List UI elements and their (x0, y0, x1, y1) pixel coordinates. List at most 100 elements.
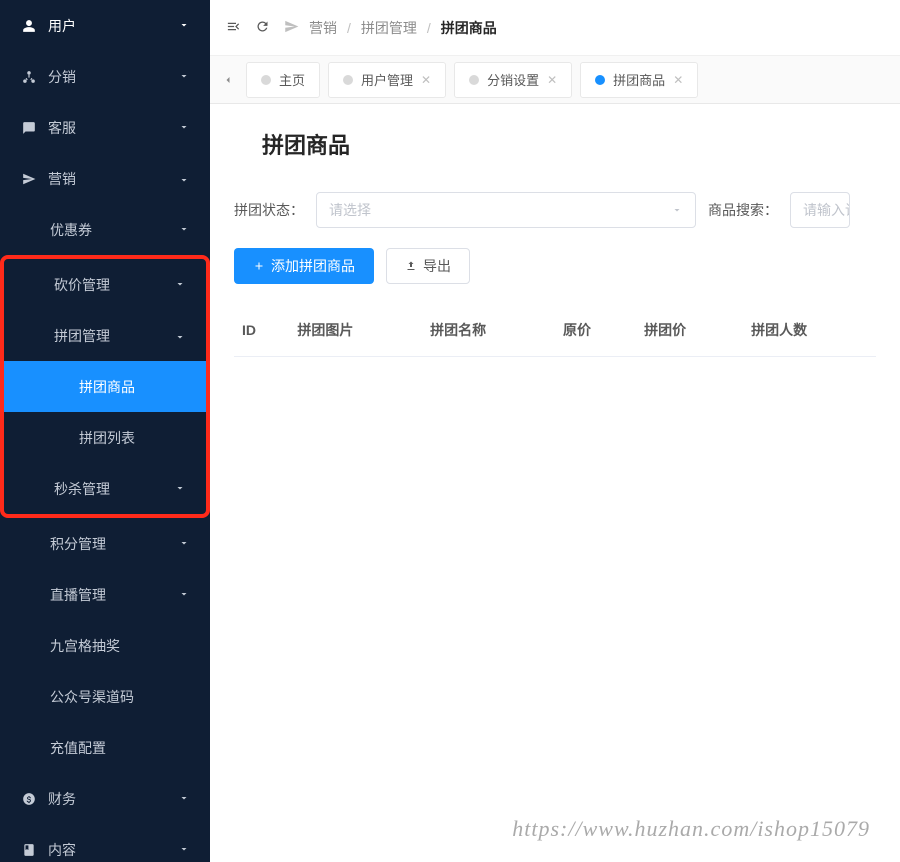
tab-label: 主页 (279, 70, 305, 89)
col-groupprice: 拼团价 (636, 304, 743, 357)
sidebar-item-marketing[interactable]: 营销 (0, 153, 210, 204)
sidebar-item-label: 优惠券 (50, 220, 92, 240)
send-icon (284, 19, 299, 37)
highlight-annotation: 砍价管理 拼团管理 拼团商品 拼团列表 秒杀管理 (0, 255, 210, 518)
breadcrumb-root[interactable]: 营销 (309, 18, 337, 38)
filter-bar: 拼团状态： 请选择 商品搜索： 请输入请 (234, 192, 876, 228)
add-groupbuy-button[interactable]: 添加拼团商品 (234, 248, 374, 284)
breadcrumb-parent[interactable]: 拼团管理 (361, 18, 417, 38)
sidebar-item-user[interactable]: 用户 (0, 0, 210, 51)
sidebar-item-coupon[interactable]: 优惠券 (0, 204, 210, 255)
chevron-down-icon (178, 18, 190, 34)
search-placeholder: 请输入请 (803, 200, 850, 220)
sidebar-item-content[interactable]: 内容 (0, 824, 210, 862)
sidebar-item-finance[interactable]: 财务 (0, 773, 210, 824)
table-header-row: ID 拼团图片 拼团名称 原价 拼团价 拼团人数 (234, 304, 876, 357)
search-label: 商品搜索： (708, 200, 778, 220)
sidebar-item-label: 砍价管理 (54, 275, 110, 295)
data-table: ID 拼团图片 拼团名称 原价 拼团价 拼团人数 (234, 304, 876, 357)
sidebar-item-qrcode[interactable]: 公众号渠道码 (0, 671, 210, 722)
network-icon (20, 70, 38, 84)
tab-dot-icon (343, 75, 353, 85)
chat-icon (20, 121, 38, 135)
page-title: 拼团商品 (262, 128, 876, 160)
tab-home[interactable]: 主页 (246, 62, 320, 98)
send-icon (20, 172, 38, 186)
sidebar-item-groupbuy-list[interactable]: 拼团列表 (4, 412, 206, 463)
breadcrumb-sep: / (427, 20, 431, 36)
close-icon[interactable]: ✕ (673, 73, 683, 87)
chevron-down-icon (174, 277, 186, 293)
sidebar-item-groupbuy-goods[interactable]: 拼团商品 (4, 361, 206, 412)
book-icon (20, 843, 38, 857)
close-icon[interactable]: ✕ (547, 73, 557, 87)
sidebar: 用户 分销 客服 营销 优惠券 砍价管理 (0, 0, 210, 862)
sidebar-item-label: 拼团商品 (79, 377, 135, 397)
sidebar-item-label: 客服 (48, 118, 76, 138)
status-filter-label: 拼团状态： (234, 200, 304, 220)
col-people: 拼团人数 (743, 304, 876, 357)
sidebar-item-label: 积分管理 (50, 534, 106, 554)
breadcrumb: 营销 / 拼团管理 / 拼团商品 (284, 18, 497, 38)
sidebar-item-groupbuy[interactable]: 拼团管理 (4, 310, 206, 361)
sidebar-item-label: 拼团列表 (79, 428, 135, 448)
export-icon (405, 260, 417, 272)
tab-dot-icon (261, 75, 271, 85)
chevron-down-icon (178, 536, 190, 552)
sidebar-item-seckill[interactable]: 秒杀管理 (4, 463, 206, 514)
sidebar-item-label: 九宫格抽奖 (50, 636, 120, 656)
col-name: 拼团名称 (422, 304, 555, 357)
col-id: ID (234, 304, 289, 357)
sidebar-item-recharge[interactable]: 充值配置 (0, 722, 210, 773)
tab-dot-icon (469, 75, 479, 85)
sidebar-item-lottery[interactable]: 九宫格抽奖 (0, 620, 210, 671)
close-icon[interactable]: ✕ (421, 73, 431, 87)
export-button[interactable]: 导出 (386, 248, 470, 284)
refresh-icon[interactable] (255, 19, 270, 37)
tab-user-manage[interactable]: 用户管理 ✕ (328, 62, 446, 98)
chevron-down-icon (178, 842, 190, 858)
content-area: 拼团商品 拼团状态： 请选择 商品搜索： 请输入请 添加拼团商品 (210, 104, 900, 862)
sidebar-item-points[interactable]: 积分管理 (0, 518, 210, 569)
button-label: 导出 (423, 256, 451, 276)
plus-icon (253, 260, 265, 272)
col-origprice: 原价 (555, 304, 636, 357)
select-placeholder: 请选择 (329, 200, 371, 220)
breadcrumb-current: 拼团商品 (441, 18, 497, 38)
chevron-down-icon (178, 120, 190, 136)
search-input[interactable]: 请输入请 (790, 192, 850, 228)
tab-prev-icon[interactable] (218, 74, 238, 86)
action-bar: 添加拼团商品 导出 (234, 248, 876, 284)
chevron-down-icon (178, 69, 190, 85)
sidebar-item-label: 内容 (48, 840, 76, 860)
sidebar-item-label: 秒杀管理 (54, 479, 110, 499)
menu-toggle-icon[interactable] (226, 19, 241, 37)
tab-label: 用户管理 (361, 70, 413, 89)
chevron-up-icon (178, 171, 190, 187)
chevron-down-icon (178, 791, 190, 807)
status-select[interactable]: 请选择 (316, 192, 696, 228)
sidebar-item-live[interactable]: 直播管理 (0, 569, 210, 620)
sidebar-item-distribution[interactable]: 分销 (0, 51, 210, 102)
main-content: 营销 / 拼团管理 / 拼团商品 主页 用户管理 ✕ 分销设置 ✕ (210, 0, 900, 862)
chevron-down-icon (174, 481, 186, 497)
sidebar-item-label: 营销 (48, 169, 76, 189)
user-icon (20, 19, 38, 33)
sidebar-item-label: 分销 (48, 67, 76, 87)
breadcrumb-sep: / (347, 20, 351, 36)
tab-groupbuy-goods[interactable]: 拼团商品 ✕ (580, 62, 698, 98)
tab-label: 拼团商品 (613, 70, 665, 89)
chevron-down-icon (178, 222, 190, 238)
sidebar-item-label: 用户 (48, 16, 76, 36)
topbar: 营销 / 拼团管理 / 拼团商品 (210, 0, 900, 56)
tab-dist-settings[interactable]: 分销设置 ✕ (454, 62, 572, 98)
tab-label: 分销设置 (487, 70, 539, 89)
sidebar-item-support[interactable]: 客服 (0, 102, 210, 153)
tabbar: 主页 用户管理 ✕ 分销设置 ✕ 拼团商品 ✕ (210, 56, 900, 104)
sidebar-item-bargain[interactable]: 砍价管理 (4, 259, 206, 310)
tab-dot-icon (595, 75, 605, 85)
col-image: 拼团图片 (289, 304, 422, 357)
sidebar-item-label: 直播管理 (50, 585, 106, 605)
sidebar-item-label: 充值配置 (50, 738, 106, 758)
chevron-down-icon (671, 204, 683, 216)
